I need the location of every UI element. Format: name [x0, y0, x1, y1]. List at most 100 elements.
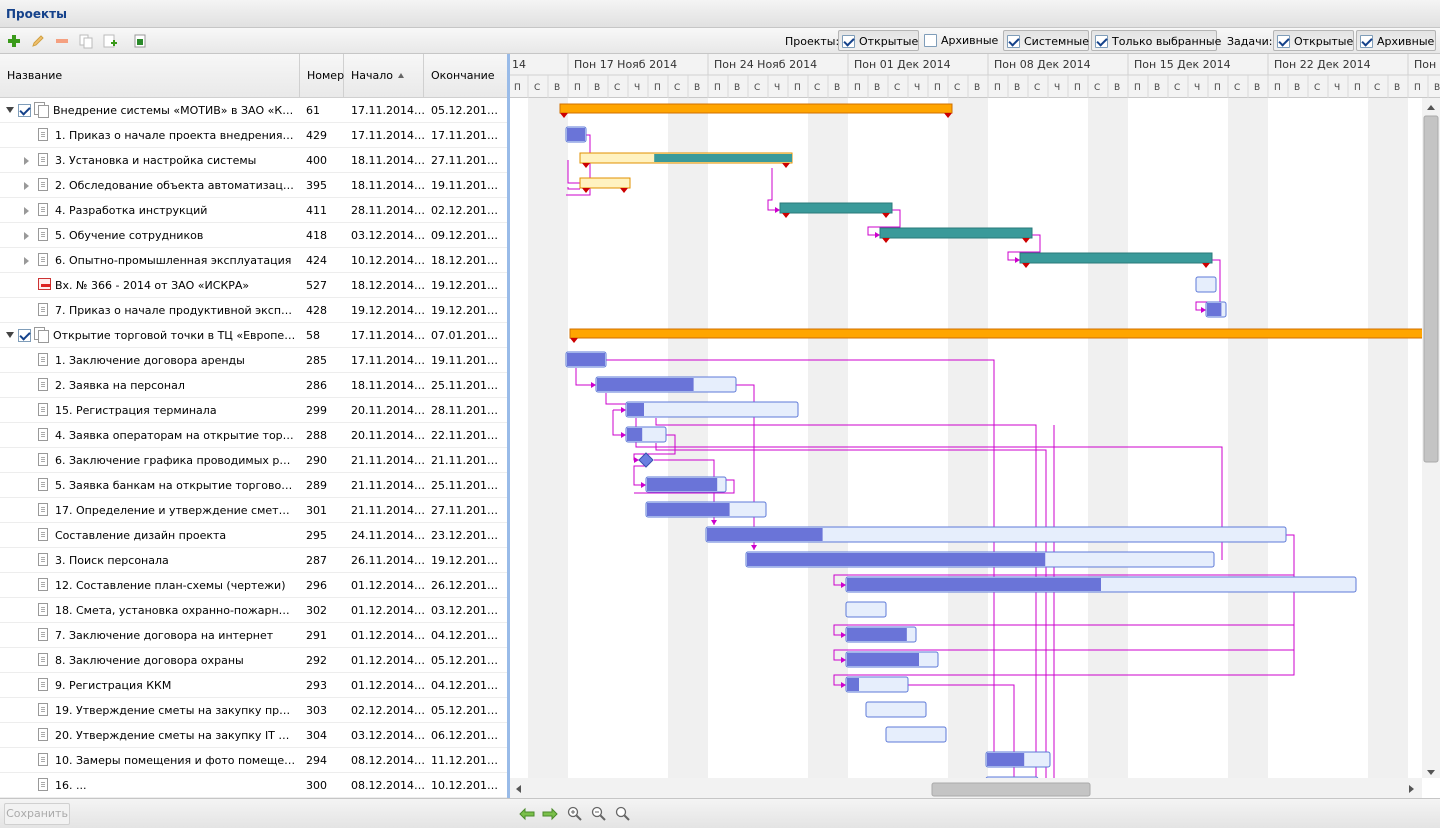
filter-projects-open[interactable]: Открытые — [838, 30, 919, 51]
dependency-link — [567, 187, 580, 190]
cell-name: 19. Утверждение сметы на закупку противо… — [55, 704, 296, 717]
task-progress — [847, 578, 1101, 591]
week-label: Пон — [1414, 58, 1436, 71]
week-label: Пон 15 Дек 2014 — [1134, 58, 1231, 71]
add-subtask-icon[interactable] — [102, 33, 118, 49]
task-bar[interactable] — [625, 401, 799, 418]
zoom-in-icon[interactable] — [567, 806, 583, 822]
table-row[interactable]: 3. Установка и настройка системы 400 18.11… — [0, 148, 507, 173]
table-row[interactable]: 1. Приказ о начале проекта внедрения сис… — [0, 123, 507, 148]
task-icon — [38, 753, 48, 766]
cell-end: 19.11.2014 ... — [431, 179, 501, 192]
table-row[interactable]: 4. Заявка операторам на открытие торгово… — [0, 423, 507, 448]
checkbox-icon[interactable] — [18, 104, 31, 117]
day-label: В — [694, 83, 700, 93]
day-label: С — [614, 83, 620, 93]
task-bar[interactable] — [1195, 276, 1217, 293]
vertical-scroll-thumb[interactable] — [1423, 115, 1439, 463]
zoom-fit-icon[interactable] — [615, 806, 631, 822]
expand-icon[interactable] — [24, 182, 29, 190]
cell-number: 429 — [306, 129, 327, 142]
collapse-icon[interactable] — [6, 332, 14, 338]
task-bar[interactable] — [579, 177, 631, 189]
filter-label: Архивные — [941, 34, 999, 47]
filter-tasks-archived[interactable]: Архивные — [1356, 30, 1436, 51]
link-arrowhead — [641, 482, 646, 488]
cell-number: 291 — [306, 629, 327, 642]
filter-projects-system[interactable]: Системные — [1003, 30, 1089, 51]
table-row[interactable]: 1. Заключение договора аренды 285 17.11.20… — [0, 348, 507, 373]
collapse-icon[interactable] — [6, 107, 14, 113]
table-row[interactable]: 5. Заявка банкам на открытие торговой то… — [0, 473, 507, 498]
table-row[interactable]: 20. Утверждение сметы на закупку IT обор… — [0, 723, 507, 748]
summary-bar[interactable] — [559, 103, 953, 114]
column-header-end[interactable]: Окончание — [424, 54, 507, 98]
project-row[interactable]: Внедрение системы «МОТИВ» в ЗАО «КАМЕР..… — [0, 98, 507, 123]
copy-icon[interactable] — [78, 33, 94, 49]
task-icon — [38, 228, 48, 241]
edit-icon[interactable] — [30, 33, 46, 49]
column-header-name[interactable]: Название — [0, 54, 300, 98]
task-icon — [38, 503, 48, 516]
checkbox-icon[interactable] — [18, 329, 31, 342]
project-row[interactable]: Открытие торговой точки в ТЦ «Европейски… — [0, 323, 507, 348]
table-row[interactable]: 7. Заключение договора на интернет 291 01.… — [0, 623, 507, 648]
table-row[interactable]: 12. Составление план-схемы (чертежи) 296 0… — [0, 573, 507, 598]
task-bar[interactable] — [1019, 252, 1213, 264]
table-row[interactable]: 6. Опытно-промышленная эксплуатация 424 10… — [0, 248, 507, 273]
expand-icon[interactable] — [24, 232, 29, 240]
task-bar[interactable] — [779, 202, 893, 214]
arrow-left-icon[interactable] — [519, 807, 535, 821]
column-header-start[interactable]: Начало — [344, 54, 424, 98]
cell-name: 3. Установка и настройка системы — [55, 154, 257, 167]
table-row[interactable]: 10. Замеры помещения и фото помещения 294… — [0, 748, 507, 773]
table-row[interactable]: 19. Утверждение сметы на закупку противо… — [0, 698, 507, 723]
task-bar[interactable] — [865, 701, 927, 718]
summary-bar[interactable] — [569, 328, 1431, 339]
task-icon — [38, 403, 48, 416]
cell-end: 25.11.2014 ... — [431, 379, 501, 392]
table-row[interactable]: 18. Смета, установка охранно-пожарной си… — [0, 598, 507, 623]
filter-projects-archived[interactable]: Архивные — [921, 30, 999, 51]
week-label: Пон 08 Дек 2014 — [994, 58, 1091, 71]
task-bar[interactable] — [845, 601, 887, 618]
table-row[interactable]: Составление дизайн проекта 295 24.11.2014 … — [0, 523, 507, 548]
dependency-link — [612, 410, 626, 436]
arrow-right-icon[interactable] — [542, 807, 558, 821]
table-row[interactable]: 2. Обследование объекта автоматизации 395… — [0, 173, 507, 198]
expand-icon[interactable] — [24, 207, 29, 215]
table-row[interactable]: 6. Заключение графика проводимых работ 29… — [0, 448, 507, 473]
task-bar[interactable] — [879, 227, 1033, 239]
expand-icon[interactable] — [24, 157, 29, 165]
table-row[interactable]: 17. Определение и утверждение сметы и ср… — [0, 498, 507, 523]
save-button[interactable]: Сохранить — [4, 803, 70, 825]
add-icon[interactable] — [6, 33, 22, 49]
weekend-shade — [1248, 98, 1268, 798]
weekend-shade — [668, 98, 688, 798]
delete-icon[interactable] — [54, 33, 70, 49]
table-row[interactable]: 9. Регистрация ККМ 293 01.12.2014 ... 04.12… — [0, 673, 507, 698]
table-row[interactable]: 4. Разработка инструкций 411 28.11.2014 ..… — [0, 198, 507, 223]
export-excel-icon[interactable] — [132, 33, 148, 49]
day-label: Ч — [1334, 83, 1340, 93]
table-row[interactable]: Вх. № 366 - 2014 от ЗАО «ИСКРА» 527 18.12.… — [0, 273, 507, 298]
cell-number: 287 — [306, 554, 327, 567]
milestone-marker[interactable] — [638, 452, 654, 468]
table-row[interactable]: 3. Поиск персонала 287 26.11.2014 ... 19.12… — [0, 548, 507, 573]
expand-icon[interactable] — [24, 257, 29, 265]
table-row[interactable]: 8. Заключение договора охраны 292 01.12.20… — [0, 648, 507, 673]
table-row[interactable]: 7. Приказ о начале продуктивной эксплуат… — [0, 298, 507, 323]
link-arrowhead — [591, 382, 596, 388]
task-bar[interactable] — [885, 726, 947, 743]
cell-number: 61 — [306, 104, 320, 117]
table-row[interactable]: 15. Регистрация терминала 299 20.11.2014 .… — [0, 398, 507, 423]
table-row[interactable]: 5. Обучение сотрудников 418 03.12.2014 ...… — [0, 223, 507, 248]
table-row[interactable]: 16. ... 300 08.12.2014 ... 10.12.2014 ... — [0, 773, 507, 798]
horizontal-scroll-thumb[interactable] — [931, 782, 1091, 797]
filter-tasks-open[interactable]: Открытые — [1273, 30, 1354, 51]
column-header-number[interactable]: Номер — [300, 54, 344, 98]
filter-projects-selected-only[interactable]: Только выбранные — [1091, 30, 1221, 51]
table-row[interactable]: 2. Заявка на персонал 286 18.11.2014 ... 25… — [0, 373, 507, 398]
zoom-out-icon[interactable] — [591, 806, 607, 822]
cell-name: 1. Заключение договора аренды — [55, 354, 245, 367]
